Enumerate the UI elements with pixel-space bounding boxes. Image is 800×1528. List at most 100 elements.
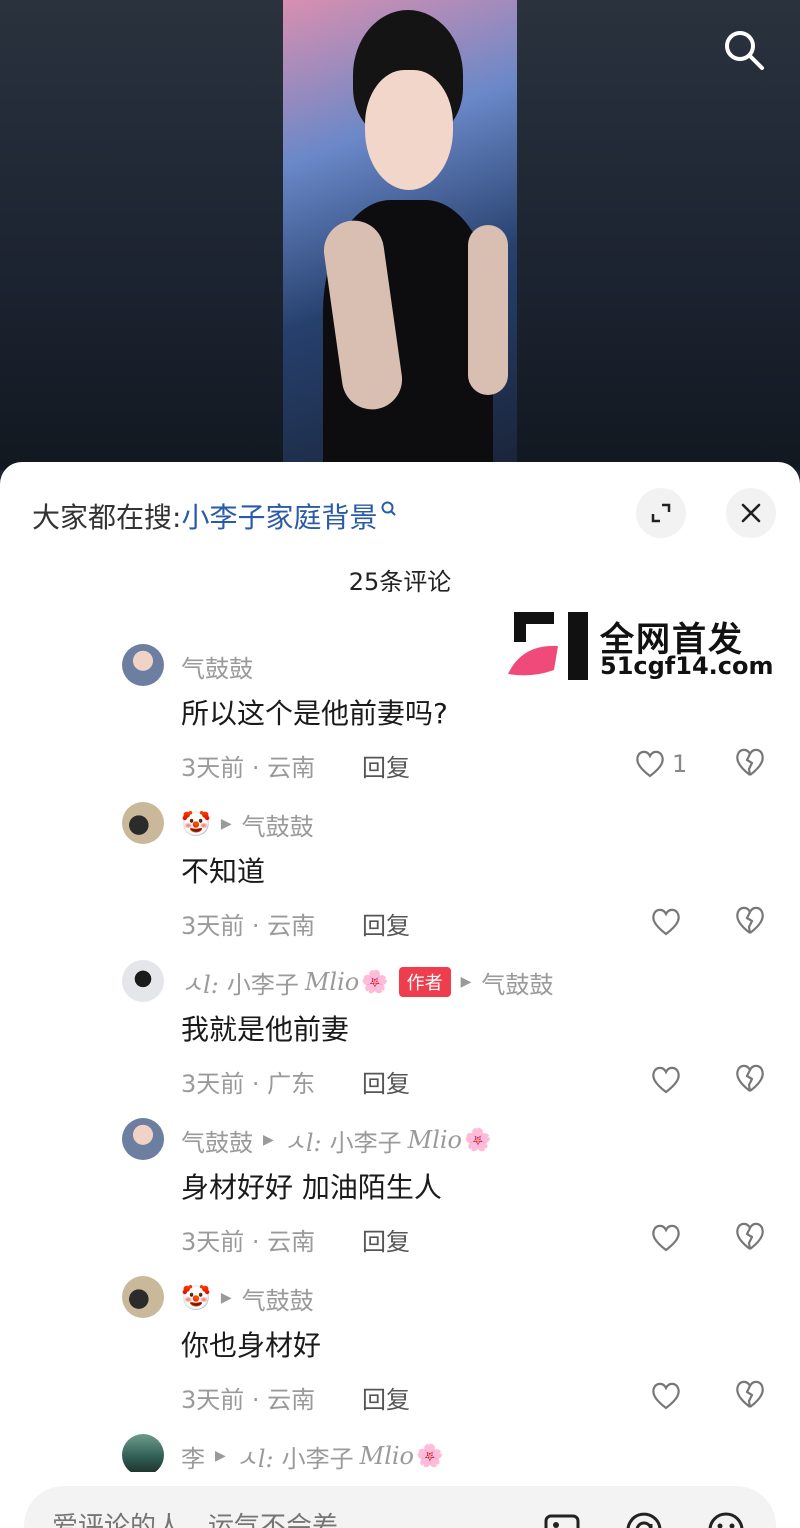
author-badge: 作者 <box>398 967 451 997</box>
reply-button[interactable]: 回复 <box>362 1222 410 1257</box>
video-background <box>0 0 800 470</box>
comment-item: 李 ▶ ㅅl: 小李子 Mlio 🌸 <box>0 1434 800 1476</box>
image-button[interactable] <box>542 1510 582 1528</box>
reply-to-username[interactable]: 小李子 <box>282 1439 354 1474</box>
trending-search-term[interactable]: 小李子家庭背景 <box>181 496 377 536</box>
flower-emoji: 🌸 <box>416 1443 444 1469</box>
close-icon <box>741 503 761 523</box>
flower-emoji: 🌸 <box>361 969 389 995</box>
emoji-button[interactable] <box>706 1510 746 1528</box>
heart-icon <box>652 1066 680 1094</box>
expand-icon <box>651 503 671 523</box>
trending-search[interactable]: 大家都在搜: 小李子家庭背景 <box>32 494 397 538</box>
comment-time-location: 3天前 · 云南 <box>181 754 316 782</box>
comment-meta: 气鼓鼓 <box>181 649 253 684</box>
comment-input-container[interactable] <box>24 1486 776 1528</box>
comment-text: 不知道 <box>181 855 266 888</box>
comment-meta: 李 ▶ ㅅl: 小李子 Mlio 🌸 <box>181 1439 444 1474</box>
video-figure-face <box>365 70 453 190</box>
close-button[interactable] <box>726 488 776 538</box>
image-icon <box>544 1514 580 1528</box>
dislike-button[interactable] <box>733 1062 767 1096</box>
comment-time-location: 3天前 · 云南 <box>181 1228 316 1256</box>
comment-count: 25条评论 <box>348 568 452 596</box>
reply-button[interactable]: 回复 <box>362 1380 410 1415</box>
reply-to-name-prefix[interactable]: ㅅl: <box>236 1439 274 1474</box>
avatar[interactable] <box>122 960 164 1002</box>
avatar[interactable] <box>122 1118 164 1160</box>
author-name-prefix[interactable]: ㅅl: <box>181 965 219 1000</box>
comment-author[interactable]: 气鼓鼓 <box>181 649 253 684</box>
video-figure-arm-right <box>468 225 508 395</box>
comment-item: 气鼓鼓 ▶ ㅅl: 小李子 Mlio 🌸 身材好好 加油陌生人 3天前 · 云南… <box>0 1118 800 1276</box>
comment-time-location: 3天前 · 云南 <box>181 912 316 940</box>
comment-input[interactable] <box>52 1512 532 1528</box>
heart-icon <box>652 1382 680 1410</box>
dislike-button[interactable] <box>733 746 767 780</box>
comment-text: 所以这个是他前妻吗? <box>181 697 448 730</box>
avatar[interactable] <box>122 644 164 686</box>
at-icon <box>626 1512 662 1528</box>
like-button[interactable]: 1 <box>634 746 704 782</box>
broken-heart-icon <box>736 748 764 776</box>
heart-icon <box>652 908 680 936</box>
like-button[interactable] <box>650 1378 720 1414</box>
comment-item: 气鼓鼓 所以这个是他前妻吗? 3天前 · 云南 回复 1 <box>0 644 800 802</box>
dislike-button[interactable] <box>733 1378 767 1412</box>
reply-arrow-icon: ▶ <box>215 1448 226 1464</box>
broken-heart-icon <box>736 1064 764 1092</box>
reply-to-name-suffix[interactable]: Mlio <box>408 1126 462 1154</box>
like-button[interactable] <box>650 1220 720 1256</box>
reply-to-username[interactable]: 气鼓鼓 <box>242 807 314 842</box>
reply-to-username[interactable]: 气鼓鼓 <box>242 1281 314 1316</box>
reply-to-name-suffix[interactable]: Mlio <box>360 1442 414 1470</box>
reply-button[interactable]: 回复 <box>362 1064 410 1099</box>
dislike-button[interactable] <box>733 1220 767 1254</box>
reply-arrow-icon: ▶ <box>220 1290 232 1306</box>
search-button[interactable] <box>718 24 770 76</box>
dislike-button[interactable] <box>733 904 767 938</box>
broken-heart-icon <box>736 1222 764 1250</box>
clown-emoji-username[interactable]: 🤡 <box>181 810 211 838</box>
comment-item: ㅅl: 小李子 Mlio 🌸 作者 ▶ 气鼓鼓 我就是他前妻 3天前 · 广东 … <box>0 960 800 1118</box>
comment-author[interactable]: 气鼓鼓 <box>181 1123 253 1158</box>
heart-icon <box>652 1224 680 1252</box>
comment-text: 我就是他前妻 <box>181 1013 350 1046</box>
reply-arrow-icon: ▶ <box>220 816 232 832</box>
author-name-suffix[interactable]: Mlio <box>305 968 359 996</box>
flower-emoji: 🌸 <box>464 1127 492 1153</box>
small-search-icon <box>381 501 397 516</box>
video-player[interactable] <box>283 0 517 470</box>
like-count: 1 <box>672 750 688 778</box>
avatar[interactable] <box>122 802 164 844</box>
mention-button[interactable] <box>624 1510 664 1528</box>
comment-item: 🤡 ▶ 气鼓鼓 不知道 3天前 · 云南 回复 <box>0 802 800 960</box>
emoji-icon <box>708 1512 744 1528</box>
broken-heart-icon <box>736 906 764 934</box>
comment-input-bar <box>0 1472 800 1528</box>
reply-to-username[interactable]: 气鼓鼓 <box>481 965 553 1000</box>
like-button[interactable] <box>650 1062 720 1098</box>
reply-button[interactable]: 回复 <box>362 748 410 783</box>
clown-emoji-username[interactable]: 🤡 <box>181 1284 211 1312</box>
reply-arrow-icon: ▶ <box>460 974 472 990</box>
reply-to-name-prefix[interactable]: ㅅl: <box>284 1123 322 1158</box>
comment-meta: 气鼓鼓 ▶ ㅅl: 小李子 Mlio 🌸 <box>181 1123 492 1158</box>
expand-button[interactable] <box>636 488 686 538</box>
avatar[interactable] <box>122 1434 164 1476</box>
comment-meta: 🤡 ▶ 气鼓鼓 <box>181 1281 314 1316</box>
comment-time-location: 3天前 · 广东 <box>181 1070 316 1098</box>
comment-author[interactable]: 李 <box>181 1439 205 1474</box>
comment-time-location: 3天前 · 云南 <box>181 1386 316 1414</box>
comment-text: 身材好好 加油陌生人 <box>181 1171 442 1204</box>
search-icon <box>725 31 764 70</box>
trending-search-prefix: 大家都在搜: <box>32 501 182 534</box>
comment-meta: 🤡 ▶ 气鼓鼓 <box>181 807 314 842</box>
reply-to-username[interactable]: 小李子 <box>330 1123 402 1158</box>
comment-text: 你也身材好 <box>181 1329 322 1362</box>
author-name[interactable]: 小李子 <box>227 965 299 1000</box>
like-button[interactable] <box>650 904 720 940</box>
avatar[interactable] <box>122 1276 164 1318</box>
heart-icon <box>636 750 664 778</box>
reply-button[interactable]: 回复 <box>362 906 410 941</box>
